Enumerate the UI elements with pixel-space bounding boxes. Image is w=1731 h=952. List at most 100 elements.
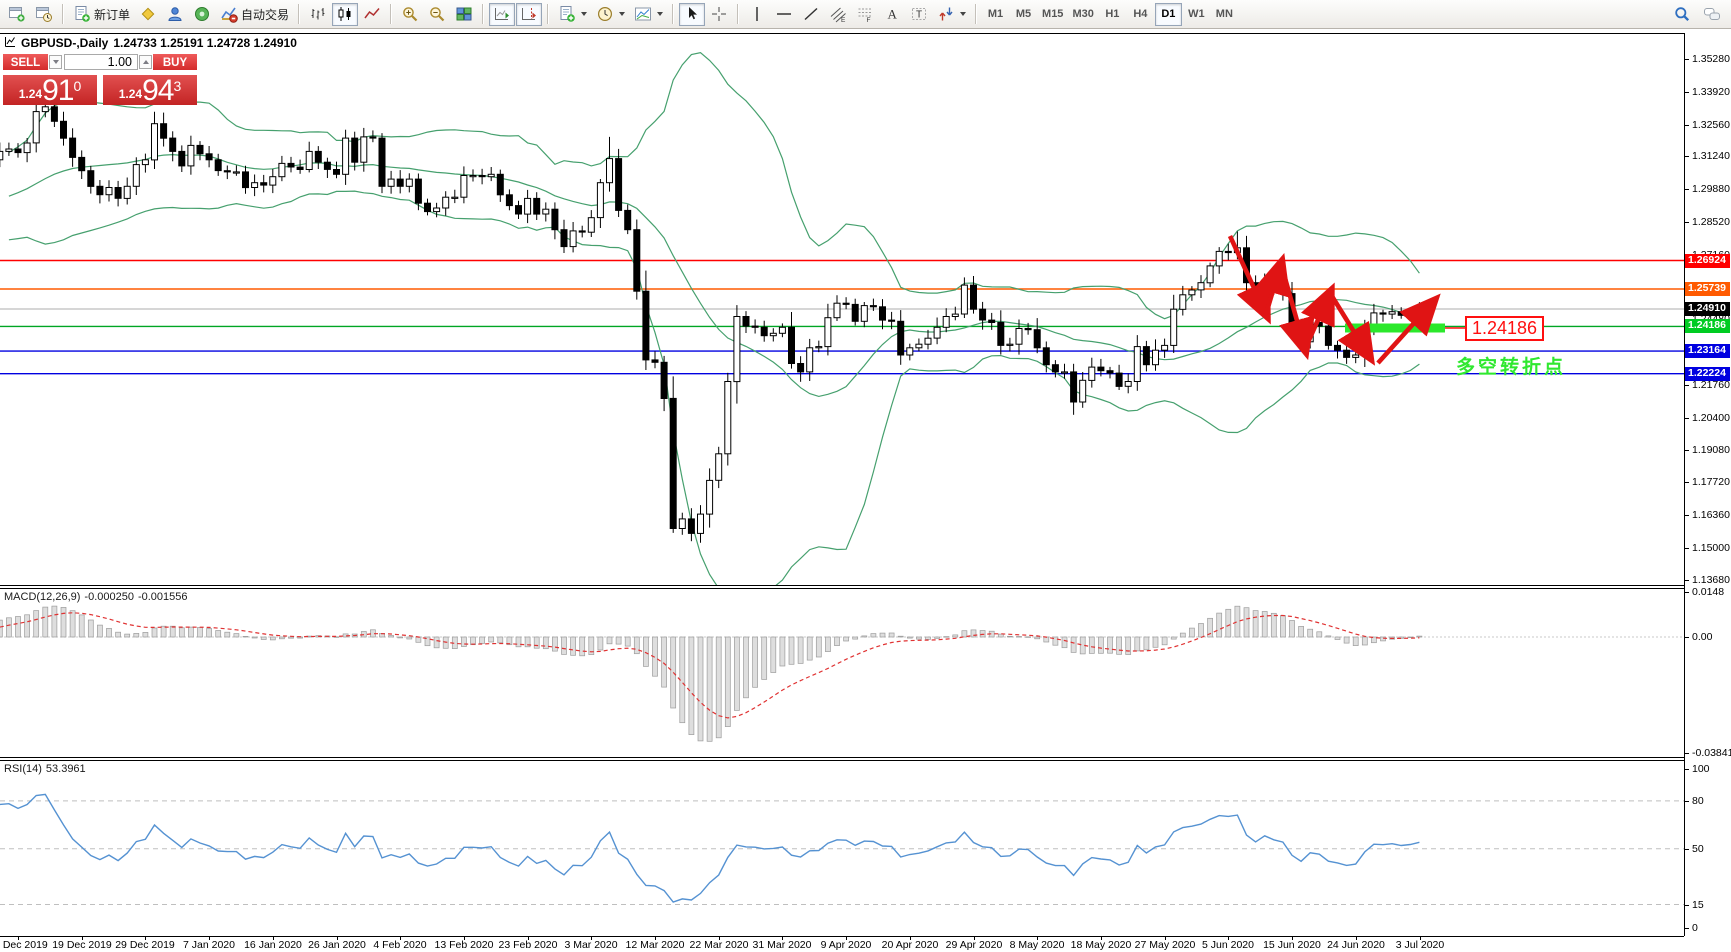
cursor-button[interactable] — [679, 2, 706, 26]
axis-tick-label: -0.038415 — [1692, 747, 1731, 759]
date-label: 31 Mar 2020 — [752, 939, 812, 951]
vertical-line-icon — [748, 5, 766, 23]
trendline-icon — [802, 5, 820, 23]
alerts-button[interactable] — [189, 3, 215, 26]
rsi-pane[interactable] — [0, 761, 1684, 941]
toolbar-separator — [390, 4, 393, 24]
date-label: 13 Feb 2020 — [434, 939, 494, 951]
rsi-canvas[interactable] — [0, 761, 1684, 936]
main-chart-canvas[interactable]: 1.24186 — [0, 33, 1684, 593]
buy-button[interactable]: BUY — [153, 54, 197, 70]
chart-shift-icon — [520, 5, 538, 23]
horizontal-line-button[interactable] — [771, 3, 797, 26]
profiles-button[interactable] — [31, 3, 57, 26]
axis-tick-label: 1.16360 — [1692, 509, 1730, 522]
equidistant-channel-button[interactable]: E — [825, 3, 851, 26]
new-order-button[interactable]: 新订单 — [69, 3, 134, 26]
periods-icon — [596, 5, 614, 23]
chart-title: GBPUSD-,Daily 1.24733 1.25191 1.24728 1.… — [5, 36, 297, 50]
macd-pane[interactable] — [0, 589, 1684, 762]
timeframe-M5-button[interactable]: M5 — [1010, 3, 1037, 26]
new-chart-icon — [8, 5, 26, 23]
text-button[interactable]: A — [879, 3, 905, 26]
templates-button[interactable] — [630, 3, 667, 26]
buy-price-small: 1.24 — [118, 87, 143, 101]
crosshair-button[interactable] — [706, 3, 732, 26]
buy-price-display[interactable]: 1.24 94 3 — [103, 75, 197, 105]
autotrading-icon — [220, 5, 238, 23]
mt4-window: 新订单 自动交易 E F A T M1 M5 M15 M30 H1 H4 D1 W1 MN 1.24186 … — [0, 0, 1731, 952]
volume-increase-button[interactable] — [139, 55, 152, 69]
bar-chart-button[interactable] — [305, 3, 331, 26]
chart-shift-button[interactable] — [516, 2, 543, 26]
zoom-in-button[interactable] — [397, 3, 423, 26]
toolbar-separator — [547, 4, 550, 24]
timeframe-H4-button[interactable]: H4 — [1127, 3, 1154, 26]
timeframe-H1-button[interactable]: H1 — [1099, 3, 1126, 26]
fibonacci-button[interactable]: F — [852, 3, 878, 26]
timeframe-M30-button[interactable]: M30 — [1068, 3, 1097, 26]
line-chart-button[interactable] — [359, 3, 385, 26]
axis-tick-label: 0 — [1692, 922, 1698, 935]
spinner-down-icon — [52, 60, 59, 64]
timeframe-M1-button[interactable]: M1 — [982, 3, 1009, 26]
chart-window[interactable]: 1.24186 GBPUSD-,Daily 1.24733 1.25191 1.… — [0, 29, 1731, 952]
price-tag: 1.26924 — [1685, 253, 1730, 268]
line-chart-icon — [363, 5, 381, 23]
indicators-icon — [558, 5, 576, 23]
macd-name: MACD(12,26,9) — [4, 591, 81, 603]
vertical-line-button[interactable] — [744, 3, 770, 26]
sell-price-small: 1.24 — [18, 87, 43, 101]
toolbar-separator — [672, 4, 675, 24]
buy-price-sup: 3 — [173, 78, 182, 94]
tile-windows-button[interactable] — [451, 3, 477, 26]
toolbar-separator — [482, 4, 485, 24]
candlestick-button[interactable] — [332, 2, 359, 26]
toolbar-separator — [298, 4, 301, 24]
autotrading-button[interactable]: 自动交易 — [216, 3, 293, 26]
symbol-period-label: GBPUSD-,Daily — [21, 36, 109, 50]
date-label: 7 Jan 2020 — [183, 939, 235, 951]
arrows-button[interactable] — [933, 3, 970, 26]
rsi-label: RSI(14) 53.3961 — [4, 763, 90, 775]
bar-chart-icon — [309, 5, 327, 23]
dropdown-caret-icon — [657, 12, 664, 16]
new-order-icon — [73, 5, 91, 23]
sell-price-display[interactable]: 1.24 91 0 — [3, 75, 97, 105]
community-button[interactable] — [162, 3, 188, 26]
indicators-button[interactable] — [554, 3, 591, 26]
macd-value-signal: -0.001556 — [137, 591, 188, 603]
timeframe-M15-button[interactable]: M15 — [1038, 3, 1067, 26]
volume-decrease-button[interactable] — [49, 55, 62, 69]
periods-button[interactable] — [592, 3, 629, 26]
trend-arrow[interactable] — [1278, 263, 1315, 361]
main-chart-pane[interactable]: 1.24186 — [0, 33, 1684, 593]
zoom-out-button[interactable] — [424, 3, 450, 26]
macd-canvas[interactable] — [0, 589, 1684, 757]
timeframe-MN-button[interactable]: MN — [1211, 3, 1238, 26]
chat-button[interactable] — [1699, 3, 1725, 26]
annotation-text[interactable]: 多空转折点 — [1456, 352, 1566, 379]
support-highlight-bar[interactable] — [1345, 323, 1445, 333]
axis-tick-label: 1.21760 — [1692, 378, 1730, 391]
sell-button[interactable]: SELL — [3, 54, 48, 70]
axis-tick-label: 1.28520 — [1692, 216, 1730, 228]
dropdown-caret-icon — [581, 12, 588, 16]
rsi-value: 53.3961 — [45, 763, 86, 775]
timeframe-W1-button[interactable]: W1 — [1183, 3, 1210, 26]
new-chart-button[interactable] — [4, 3, 30, 26]
axis-tick-label: 1.33920 — [1692, 85, 1730, 98]
volume-input[interactable] — [64, 54, 138, 70]
toolbar-separator — [975, 4, 978, 24]
trendline-button[interactable] — [798, 3, 824, 26]
auto-scroll-icon — [493, 5, 511, 23]
svg-text:F: F — [867, 17, 871, 23]
search-button[interactable] — [1669, 3, 1695, 26]
svg-text:E: E — [841, 17, 846, 23]
date-label: 29 Dec 2019 — [115, 939, 175, 951]
axis-tick-label: 1.20400 — [1692, 411, 1730, 424]
timeframe-D1-button[interactable]: D1 — [1154, 2, 1182, 26]
auto-scroll-button[interactable] — [489, 2, 516, 26]
text-label-button[interactable]: T — [906, 3, 932, 26]
metaeditor-button[interactable] — [135, 3, 161, 26]
